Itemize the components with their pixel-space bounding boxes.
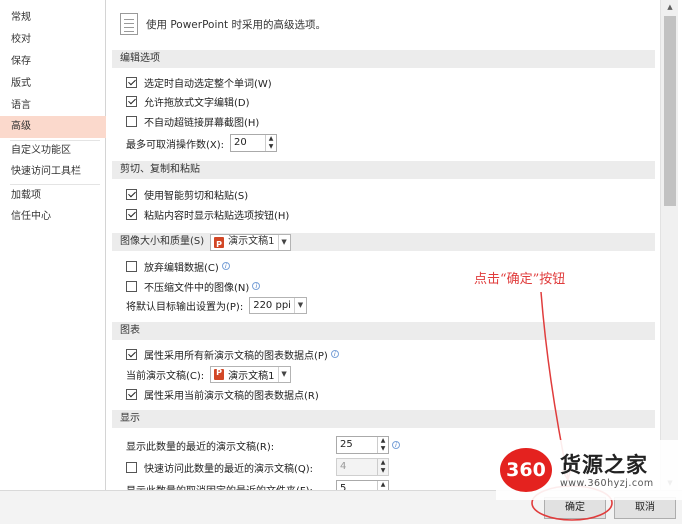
option-drag-drop-text[interactable]: 允许拖放式文字编辑(D)	[126, 92, 250, 110]
section-image-size-quality: 图像大小和质量(S) 演示文稿1 ▼	[112, 233, 655, 254]
option-smart-cut-paste[interactable]: 使用智能剪切和粘贴(S)	[126, 185, 248, 203]
quick-access-value[interactable]: 4	[337, 459, 377, 475]
spin-down-icon[interactable]: ▼	[378, 467, 388, 475]
current-presentation-row: 当前演示文稿(C): 演示文稿1 ▼	[126, 365, 291, 383]
undo-limit-stepper[interactable]: 20 ▲ ▼	[230, 134, 278, 152]
powerpoint-file-icon	[214, 236, 225, 254]
option-label: 选定时自动选定整个单词(W)	[144, 78, 272, 90]
option-no-auto-hyperlink[interactable]: 不自动超链接屏幕截图(H)	[126, 112, 259, 130]
options-sidebar: 常规 校对 保存 版式 语言 高级 自定义功能区 快速访问工具栏 加载项 信任中…	[0, 0, 106, 490]
default-resolution-label: 将默认目标输出设置为(P):	[126, 301, 244, 313]
recent-presentations-stepper[interactable]: 25 ▲ ▼	[336, 436, 389, 454]
checkbox[interactable]	[126, 115, 137, 127]
current-presentation-label: 当前演示文稿(C):	[126, 370, 205, 382]
default-resolution-select[interactable]: 220 ppi ▼	[249, 296, 307, 314]
section-editing-options: 编辑选项	[112, 50, 655, 68]
option-label: 不压缩文件中的图像(N)	[144, 282, 250, 294]
info-icon: i	[392, 441, 400, 449]
recent-folders-label: 显示此数量的取消固定的最近的文件夹(F):	[126, 482, 330, 491]
option-label: 不自动超链接屏幕截图(H)	[144, 117, 260, 129]
option-label: 允许拖放式文字编辑(D)	[144, 97, 250, 109]
image-document-select[interactable]: 演示文稿1 ▼	[210, 233, 291, 254]
sidebar-item-quick-access-toolbar[interactable]: 快速访问工具栏	[0, 161, 106, 183]
recent-presentations-value[interactable]: 25	[337, 437, 377, 453]
cancel-button[interactable]: 取消	[614, 497, 676, 519]
watermark-url: www.360hyzj.com	[560, 477, 654, 489]
section-chart: 图表	[112, 322, 655, 340]
watermark-title: 货源之家	[560, 452, 648, 477]
recent-folders-row: 显示此数量的取消固定的最近的文件夹(F): 5 ▲▼	[126, 480, 389, 490]
option-chart-all-new[interactable]: 属性采用所有新演示文稿的图表数据点(P) i	[126, 345, 339, 363]
sidebar-item-typography[interactable]: 版式	[0, 73, 106, 95]
watermark: 360 货源之家 www.360hyzj.com	[496, 440, 682, 500]
spin-up-icon[interactable]: ▲	[378, 437, 388, 445]
section-cut-copy-paste: 剪切、复制和粘贴	[112, 161, 655, 179]
option-chart-current[interactable]: 属性采用当前演示文稿的图表数据点(R)	[126, 385, 319, 403]
scroll-up-icon[interactable]: ▲	[661, 0, 679, 14]
advanced-options-panel: 使用 PowerPoint 时采用的高级选项。 编辑选项 选定时自动选定整个单词…	[112, 0, 660, 490]
undo-limit-value[interactable]: 20	[231, 135, 265, 151]
option-label: 使用智能剪切和粘贴(S)	[144, 190, 249, 202]
info-icon: i	[252, 282, 261, 290]
spin-up-icon[interactable]: ▲	[266, 135, 276, 143]
sidebar-item-save[interactable]: 保存	[0, 51, 106, 73]
page-header: 使用 PowerPoint 时采用的高级选项。	[120, 12, 326, 36]
option-show-paste-options[interactable]: 粘贴内容时显示粘贴选项按钮(H)	[126, 205, 289, 223]
spin-down-icon[interactable]: ▼	[266, 143, 276, 151]
option-label: 属性采用当前演示文稿的图表数据点(R)	[144, 390, 319, 402]
powerpoint-file-icon	[214, 368, 225, 380]
sidebar-item-addins[interactable]: 加载项	[0, 185, 106, 207]
ok-button[interactable]: 确定	[544, 497, 606, 519]
chevron-down-icon[interactable]: ▼	[277, 366, 290, 382]
checkbox[interactable]	[126, 208, 137, 220]
option-no-compress-images[interactable]: 不压缩文件中的图像(N) i	[126, 277, 261, 295]
checkbox[interactable]	[126, 188, 137, 200]
option-label: 粘贴内容时显示粘贴选项按钮(H)	[144, 210, 290, 222]
recent-folders-value[interactable]: 5	[337, 481, 377, 490]
option-discard-edit-data[interactable]: 放弃编辑数据(C) i	[126, 257, 230, 275]
checkbox[interactable]	[126, 388, 137, 400]
document-options-icon	[120, 13, 138, 35]
checkbox[interactable]	[126, 280, 137, 292]
checkbox[interactable]	[126, 95, 137, 107]
chevron-down-icon[interactable]: ▼	[277, 234, 290, 250]
sidebar-item-customize-ribbon[interactable]: 自定义功能区	[0, 140, 106, 162]
scrollbar-thumb[interactable]	[664, 16, 676, 206]
sidebar-item-general[interactable]: 常规	[0, 7, 106, 29]
checkbox[interactable]	[126, 348, 137, 360]
option-select-whole-word[interactable]: 选定时自动选定整个单词(W)	[126, 73, 272, 91]
option-quick-access-recent[interactable]: 快速访问此数量的最近的演示文稿(Q): 4 ▲ ▼	[126, 458, 389, 476]
sidebar-item-language[interactable]: 语言	[0, 95, 106, 117]
quick-access-stepper[interactable]: 4 ▲ ▼	[336, 458, 389, 476]
undo-limit-row: 最多可取消操作数(X): 20 ▲ ▼	[126, 134, 278, 152]
option-label: 快速访问此数量的最近的演示文稿(Q):	[144, 463, 314, 475]
option-label: 放弃编辑数据(C)	[144, 262, 219, 274]
recent-folders-stepper[interactable]: 5 ▲▼	[336, 480, 389, 490]
sidebar-item-advanced[interactable]: 高级	[0, 116, 106, 138]
checkbox[interactable]	[126, 76, 137, 88]
chevron-down-icon[interactable]: ▼	[293, 297, 306, 313]
undo-limit-label: 最多可取消操作数(X):	[126, 139, 225, 151]
current-presentation-select[interactable]: 演示文稿1 ▼	[210, 365, 291, 383]
checkbox[interactable]	[126, 260, 137, 272]
default-resolution-row: 将默认目标输出设置为(P): 220 ppi ▼	[126, 296, 307, 314]
sidebar-item-proofing[interactable]: 校对	[0, 29, 106, 51]
spin-up-icon[interactable]: ▲	[378, 459, 388, 467]
spin-down-icon[interactable]: ▼	[378, 445, 388, 453]
checkbox[interactable]	[126, 461, 137, 473]
annotation-text: 点击“确定”按钮	[474, 272, 566, 287]
section-title: 图像大小和质量(S)	[120, 236, 205, 247]
info-icon: i	[330, 350, 339, 358]
sidebar-item-trust-center[interactable]: 信任中心	[0, 206, 106, 228]
page-title: 使用 PowerPoint 时采用的高级选项。	[146, 18, 326, 31]
vertical-scrollbar[interactable]: ▲ ▼	[660, 0, 678, 490]
watermark-logo: 360	[500, 448, 552, 492]
recent-presentations-row: 显示此数量的最近的演示文稿(R): 25 ▲ ▼ i	[126, 436, 400, 454]
section-display: 显示	[112, 410, 655, 428]
recent-presentations-label: 显示此数量的最近的演示文稿(R):	[126, 441, 275, 453]
info-icon: i	[221, 262, 230, 270]
option-label: 属性采用所有新演示文稿的图表数据点(P)	[144, 350, 328, 362]
spin-up-icon[interactable]: ▲	[378, 481, 388, 489]
